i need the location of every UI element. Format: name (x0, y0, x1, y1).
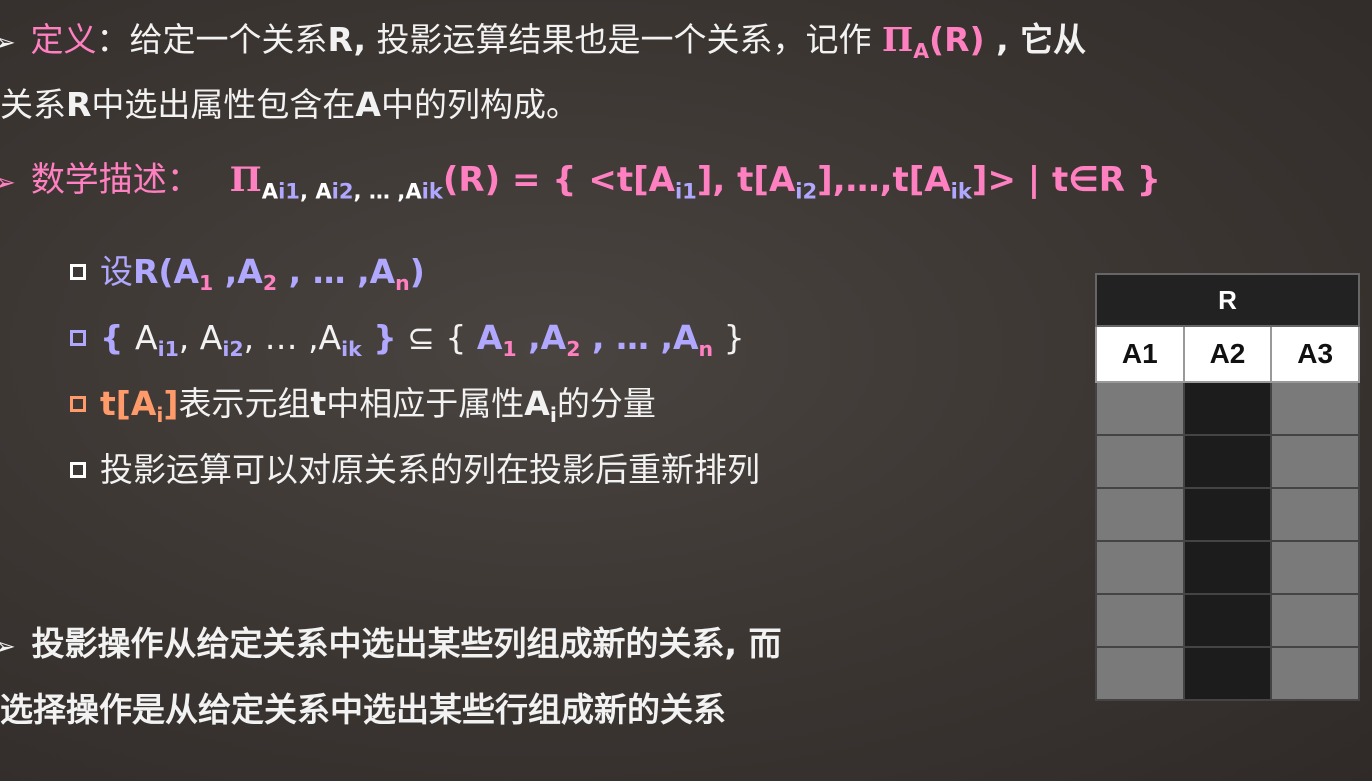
table-row (1095, 487, 1360, 542)
bullet-item-1: 设R(A1 ,A2 , … ,An) (70, 252, 425, 303)
arrow-bullet-icon: ➢ (0, 168, 16, 198)
math-description: ➢ 数学描述： ΠAi1, Ai2, … ,Aik(R) = { <t[Ai1]… (0, 160, 1161, 211)
table-row (1095, 540, 1360, 595)
bullet-item-3: t[Ai]表示元组t中相应于属性Ai的分量 (70, 384, 656, 435)
bullet-item-4: 投影运算可以对原关系的列在投影后重新排列 (70, 450, 760, 490)
arrow-bullet-icon: ➢ (0, 28, 16, 58)
math-formula: ΠAi1, Ai2, … ,Aik(R) = { <t[Ai1], t[Ai2]… (229, 160, 1161, 204)
table-row (1095, 434, 1360, 489)
square-bullet-icon (70, 264, 86, 280)
bullet-item-2: { Ai1, Ai2, … ,Aik } ⊆ { A1 ,A2 , … ,An … (70, 318, 745, 369)
table-row (1095, 593, 1360, 648)
definition-line-1: ➢ 定义：给定一个关系R, 投影运算结果也是一个关系，记作 ΠA(R) , 它从 (0, 20, 1086, 71)
column-header: A2 (1182, 325, 1273, 383)
table-row (1095, 646, 1360, 701)
definition-line-2: 关系R中选出属性包含在A中的列构成。 (0, 85, 579, 124)
arrow-bullet-icon: ➢ (0, 632, 16, 662)
relation-table: R A1 A2 A3 (1095, 273, 1360, 701)
summary-line-2: 选择操作是从给定关系中选出某些行组成新的关系 (0, 690, 726, 729)
definition-label: 定义 (30, 20, 97, 59)
math-label: 数学描述： (30, 160, 201, 200)
projection-notation: ΠA(R) (882, 20, 985, 64)
column-header: A3 (1270, 325, 1360, 383)
column-header: A1 (1095, 325, 1185, 383)
square-bullet-icon (70, 462, 86, 478)
square-bullet-icon (70, 396, 86, 412)
summary-line-1: ➢ 投影操作从给定关系中选出某些列组成新的关系, 而 (0, 624, 782, 667)
table-row (1095, 381, 1360, 436)
square-bullet-icon (70, 330, 86, 346)
table-title: R (1095, 273, 1360, 327)
